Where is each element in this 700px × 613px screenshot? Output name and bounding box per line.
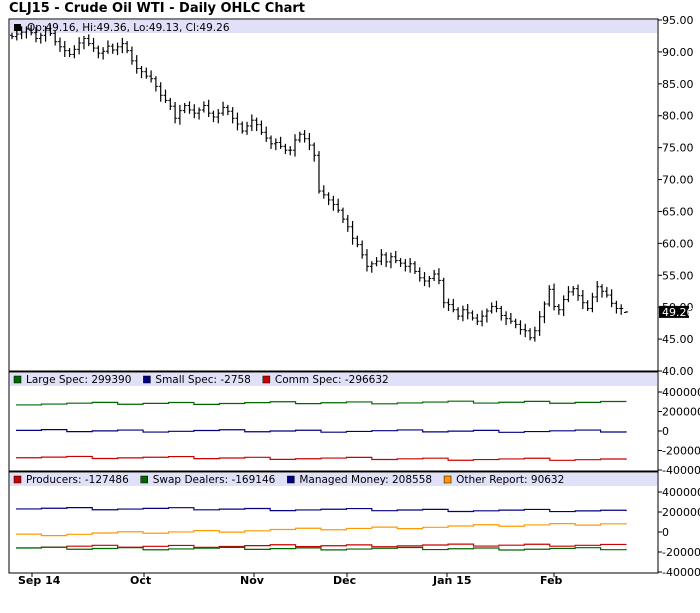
- y-tick-label: 75.00: [662, 142, 694, 155]
- y-tick-label: 55.00: [662, 269, 694, 282]
- y-tick-label: -400000: [662, 464, 700, 477]
- legend-swatch: [443, 475, 452, 484]
- y-tick-label: 85.00: [662, 78, 694, 91]
- readout-swatch: [14, 24, 21, 31]
- legend-swatch: [262, 375, 271, 384]
- legend-swatch: [287, 475, 295, 484]
- y-tick-label: 400000: [662, 386, 700, 399]
- x-tick-label: Sep 14: [18, 574, 61, 587]
- legend-label: Other Report: 90632: [456, 474, 564, 486]
- y-tick-label: 70.00: [662, 174, 694, 187]
- legend-label: Swap Dealers: -169146: [153, 474, 276, 486]
- y-tick-label: 45.00: [662, 333, 694, 346]
- legend-label: Managed Money: 208558: [299, 474, 432, 486]
- legend-swatch: [13, 375, 22, 384]
- y-tick-label: 90.00: [662, 46, 694, 59]
- x-tick-label: Jan 15: [432, 574, 471, 587]
- price-panel: [8, 18, 659, 372]
- x-tick-label: Feb: [540, 574, 563, 587]
- x-tick-label: Oct: [130, 574, 151, 587]
- y-tick-label: 200000: [662, 506, 700, 519]
- y-tick-label: 400000: [662, 486, 700, 499]
- cot-panel: [8, 471, 659, 574]
- legend-swatch: [143, 375, 151, 384]
- y-tick-label: -400000: [662, 566, 700, 579]
- y-tick-label: 0: [662, 526, 669, 539]
- legend-label: Small Spec: -2758: [155, 374, 250, 386]
- y-tick-label: 0: [662, 425, 669, 438]
- cot-panel: [8, 371, 659, 472]
- x-tick-label: Nov: [240, 574, 265, 587]
- legend-label: Producers: -127486: [26, 474, 129, 486]
- ohlc-readout: Op:49.16, Hi:49.36, Lo:49.13, Cl:49.26: [27, 22, 230, 34]
- y-tick-label: 95.00: [662, 14, 694, 27]
- x-tick-label: Dec: [333, 574, 356, 587]
- ohlc-chart: Op:49.16, Hi:49.36, Lo:49.13, Cl:49.26 95…: [8, 14, 700, 587]
- y-tick-label: 60.00: [662, 237, 694, 250]
- y-tick-label: 40.00: [662, 365, 694, 378]
- y-tick-label: -200000: [662, 445, 700, 458]
- y-tick-label: -200000: [662, 546, 700, 559]
- legend-label: Comm Spec: -296632: [275, 374, 389, 386]
- legend-swatch: [13, 475, 22, 484]
- legend-label: Large Spec: 299390: [26, 374, 131, 386]
- y-tick-label: 80.00: [662, 110, 694, 123]
- y-tick-label: 200000: [662, 406, 700, 419]
- legend-swatch: [140, 475, 148, 484]
- y-tick-label: 65.00: [662, 205, 694, 218]
- last-price-label: 49.26: [662, 306, 694, 319]
